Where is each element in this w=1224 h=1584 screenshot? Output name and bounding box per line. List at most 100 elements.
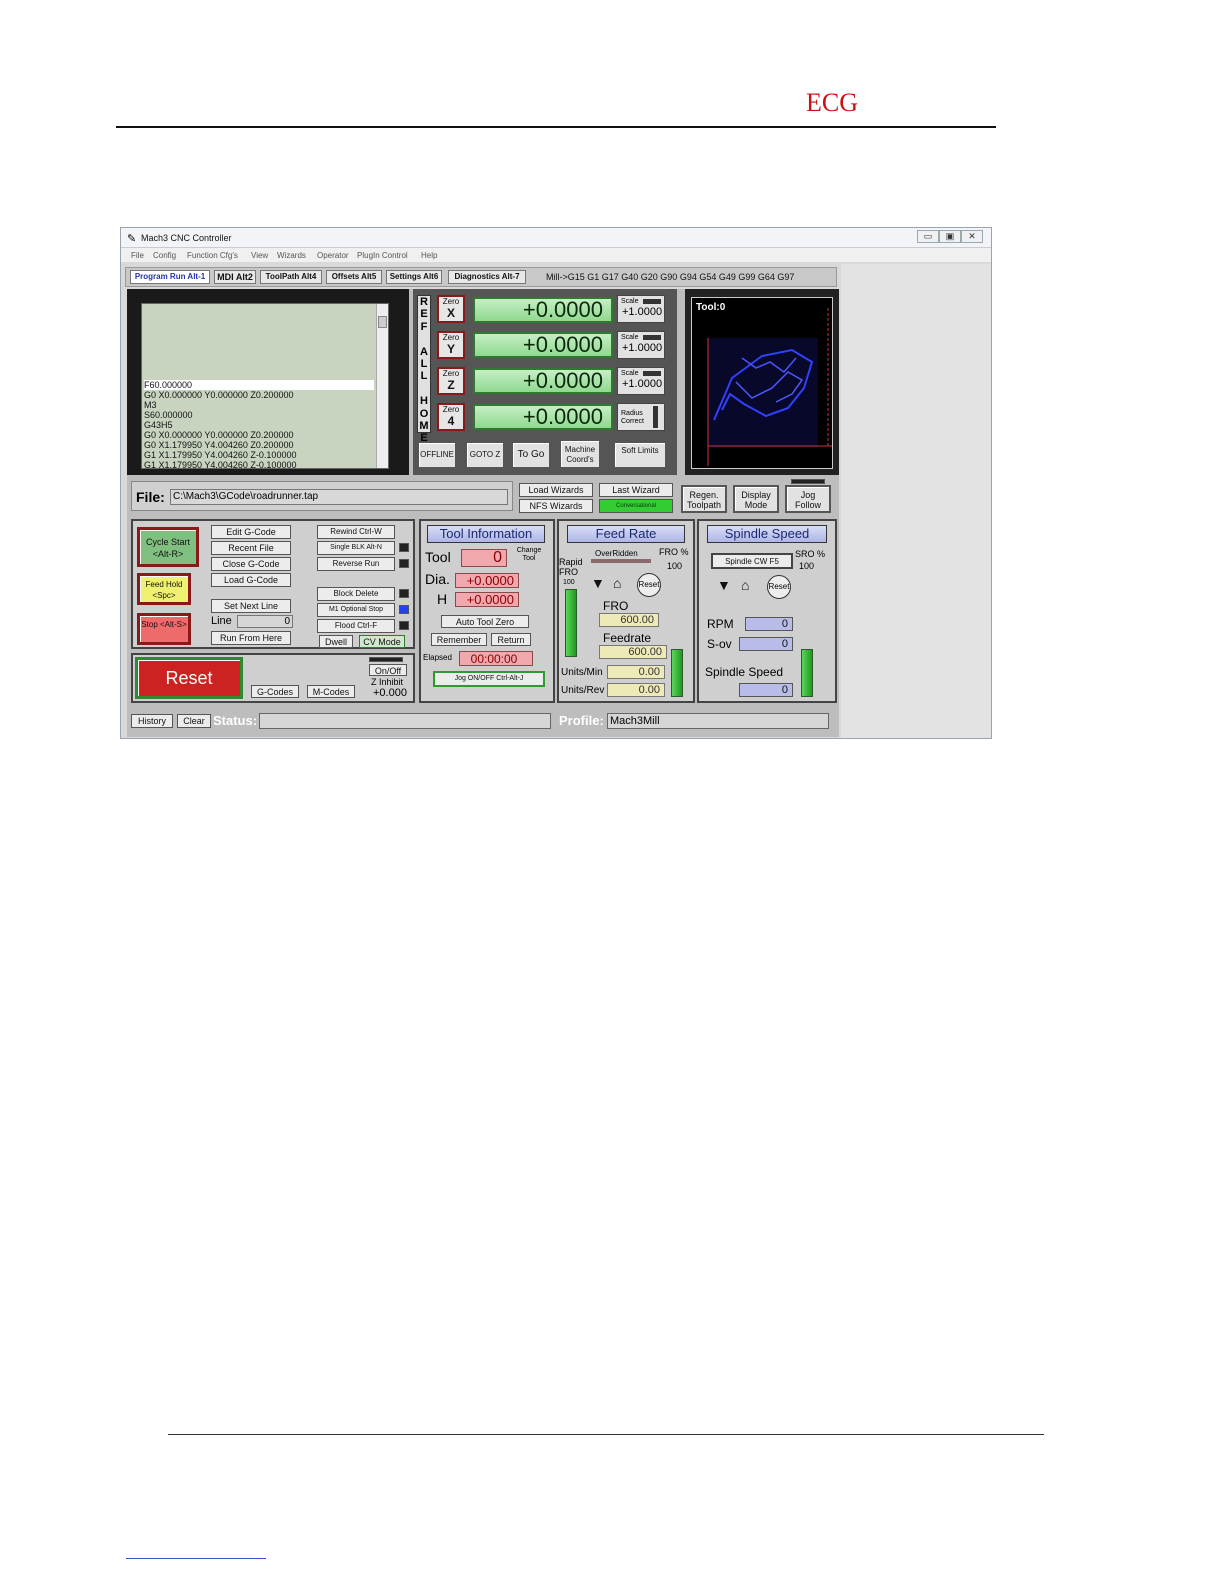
dro-z[interactable]: +0.0000 <box>473 368 613 394</box>
menu-operator[interactable]: Operator <box>317 251 349 260</box>
menu-function-cfgs[interactable]: Function Cfg's <box>187 251 238 260</box>
load-gcode-button[interactable]: Load G-Code <box>211 573 291 587</box>
tab-program-run[interactable]: Program Run Alt-1 <box>130 270 210 284</box>
maximize-button[interactable]: ▣ <box>939 230 961 243</box>
tab-diagnostics[interactable]: Diagnostics Alt-7 <box>448 270 526 284</box>
close-button[interactable]: ✕ <box>961 230 983 243</box>
minimize-button[interactable]: ▭ <box>917 230 939 243</box>
line-field[interactable]: 0 <box>237 615 293 628</box>
load-wizards-button[interactable]: Load Wizards <box>519 483 593 497</box>
zero-label: Zero <box>442 369 460 378</box>
jog-toggle-button[interactable]: Jog ON/OFF Ctrl-Alt-J <box>433 671 545 687</box>
dro-x[interactable]: +0.0000 <box>473 297 613 323</box>
gcode-listing[interactable]: F60.000000 G0 X0.000000 Y0.000000 Z0.200… <box>141 303 389 469</box>
regen-toolpath-button[interactable]: Regen. Toolpath <box>681 485 727 513</box>
radius-correct-button[interactable]: Radius Correct <box>617 403 665 431</box>
menu-plugin-control[interactable]: PlugIn Control <box>357 251 408 260</box>
display-mode-button[interactable]: Display Mode <box>733 485 779 513</box>
fro-reset-button[interactable]: Reset <box>637 573 661 597</box>
set-next-line-button[interactable]: Set Next Line <box>211 599 291 613</box>
soft-limits-button[interactable]: Soft Limits <box>613 441 667 469</box>
on-off-button[interactable]: On/Off <box>369 664 407 676</box>
last-wizard-button[interactable]: Last Wizard <box>599 483 673 497</box>
spindle-speed-value[interactable]: 0 <box>739 683 793 697</box>
tab-settings[interactable]: Settings Alt6 <box>386 270 442 284</box>
tab-toolpath[interactable]: ToolPath Alt4 <box>260 270 322 284</box>
dro-y[interactable]: +0.0000 <box>473 332 613 358</box>
footer-link[interactable] <box>126 1558 266 1559</box>
auto-tool-zero-button[interactable]: Auto Tool Zero <box>441 615 529 628</box>
toolpath-display[interactable]: Tool:0 <box>685 289 839 475</box>
scale-value: +1.0000 <box>622 306 663 318</box>
fro-home-icon[interactable]: ⌂ <box>613 575 621 591</box>
feed-override-slider[interactable] <box>671 649 683 697</box>
jog-follow-button[interactable]: Jog Follow <box>785 485 831 513</box>
flood-button[interactable]: Flood Ctrl-F <box>317 619 395 633</box>
mach3-window: ✎ Mach3 CNC Controller ▭ ▣ ✕ File Config… <box>120 227 992 739</box>
menu-view[interactable]: View <box>251 251 268 260</box>
menu-wizards[interactable]: Wizards <box>277 251 306 260</box>
rewind-button[interactable]: Rewind Ctrl-W <box>317 525 395 539</box>
sro-down-icon[interactable]: ▼ <box>717 577 731 593</box>
toolpath-screen[interactable]: Tool:0 <box>691 297 833 469</box>
z-inhibit-value[interactable]: +0.000 <box>373 687 407 699</box>
gcode-scrollbar[interactable] <box>376 304 388 468</box>
scrollbar-thumb[interactable] <box>378 316 387 328</box>
change-tool-button[interactable]: Change Tool <box>511 547 547 563</box>
m1-optional-stop-button[interactable]: M1 Optional Stop <box>317 603 395 617</box>
zero-z-button[interactable]: Zero Z <box>437 367 465 395</box>
toolpath-graphic <box>707 308 832 466</box>
cycle-start-button[interactable]: Cycle Start <Alt-R> <box>137 527 199 567</box>
sro-reset-button[interactable]: Reset <box>767 575 791 599</box>
feedrate-value[interactable]: 600.00 <box>599 645 667 659</box>
tab-offsets[interactable]: Offsets Alt5 <box>326 270 382 284</box>
machine-coords-button[interactable]: Machine Coord's <box>559 439 601 469</box>
axis-letter: Z <box>447 378 455 392</box>
rapid-fro-slider[interactable] <box>565 589 577 657</box>
z-inhibit-led <box>369 657 403 662</box>
ref-all-home-button[interactable]: REFALLHOME <box>417 295 431 444</box>
gcodes-button[interactable]: G-Codes <box>251 685 299 698</box>
goto-z-button[interactable]: GOTO Z <box>465 441 505 469</box>
recent-file-button[interactable]: Recent File <box>211 541 291 555</box>
fro-value[interactable]: 600.00 <box>599 613 659 627</box>
offline-button[interactable]: OFFLINE <box>417 441 457 469</box>
tool-number[interactable]: 0 <box>461 549 507 567</box>
conversational-button[interactable]: Conversational <box>599 499 673 513</box>
zero-y-button[interactable]: Zero Y <box>437 331 465 359</box>
file-path[interactable]: C:\Mach3\GCode\roadrunner.tap <box>170 489 508 505</box>
menu-config[interactable]: Config <box>153 251 176 260</box>
mcodes-button[interactable]: M-Codes <box>307 685 355 698</box>
remember-button[interactable]: Remember <box>431 633 487 646</box>
block-delete-button[interactable]: Block Delete <box>317 587 395 601</box>
feed-hold-button[interactable]: Feed Hold <Spc> <box>137 573 191 605</box>
stop-button[interactable]: Stop <Alt-S> <box>137 613 191 645</box>
history-button[interactable]: History <box>131 714 173 728</box>
reverse-run-button[interactable]: Reverse Run <box>317 557 395 571</box>
clear-button[interactable]: Clear <box>177 714 211 728</box>
dia-value[interactable]: +0.0000 <box>455 573 519 588</box>
run-from-here-button[interactable]: Run From Here <box>211 631 291 645</box>
spindle-cw-button[interactable]: Spindle CW F5 <box>711 553 793 569</box>
sro-home-icon[interactable]: ⌂ <box>741 577 749 593</box>
to-go-button[interactable]: To Go <box>511 441 551 469</box>
nfs-wizards-button[interactable]: NFS Wizards <box>519 499 593 513</box>
dro-4[interactable]: +0.0000 <box>473 404 613 430</box>
zero-4-button[interactable]: Zero 4 <box>437 403 465 431</box>
scale-y[interactable]: Scale +1.0000 <box>617 331 665 359</box>
reset-button[interactable]: Reset <box>135 657 243 699</box>
menu-file[interactable]: File <box>131 251 144 260</box>
tab-mdi[interactable]: MDI Alt2 <box>214 270 256 284</box>
single-block-button[interactable]: Single BLK Alt-N <box>317 541 395 555</box>
fro-down-icon[interactable]: ▼ <box>591 575 605 591</box>
scale-x[interactable]: Scale +1.0000 <box>617 295 665 323</box>
scale-led <box>643 371 661 376</box>
close-gcode-button[interactable]: Close G-Code <box>211 557 291 571</box>
h-value[interactable]: +0.0000 <box>455 592 519 607</box>
menu-help[interactable]: Help <box>421 251 437 260</box>
scale-z[interactable]: Scale +1.0000 <box>617 367 665 395</box>
spindle-speed-slider[interactable] <box>801 649 813 697</box>
return-button[interactable]: Return <box>491 633 531 646</box>
zero-x-button[interactable]: Zero X <box>437 295 465 323</box>
edit-gcode-button[interactable]: Edit G-Code <box>211 525 291 539</box>
